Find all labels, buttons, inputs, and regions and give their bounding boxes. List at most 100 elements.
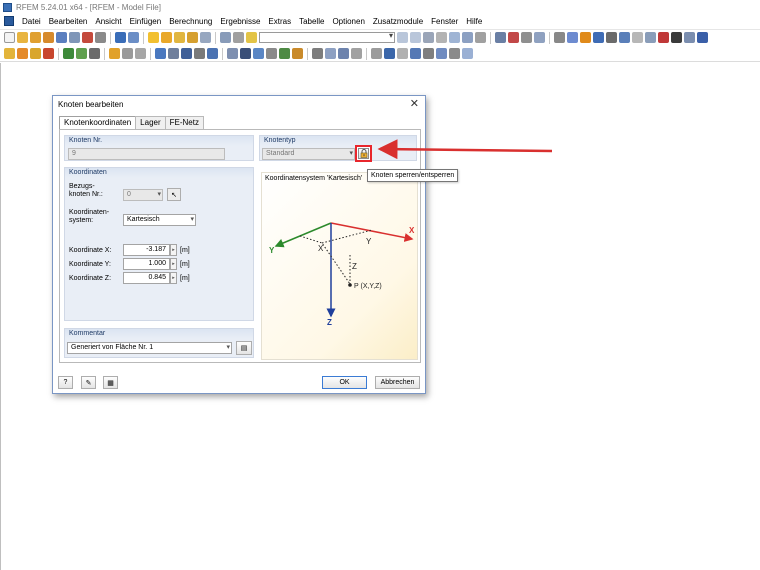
view-icon[interactable] (200, 32, 211, 43)
snap-icon[interactable] (351, 48, 362, 59)
grid-tool-icon[interactable] (338, 48, 349, 59)
coord-z-spinner[interactable]: ▸ (170, 272, 177, 284)
select-icon[interactable] (155, 48, 166, 59)
move-icon[interactable] (168, 48, 179, 59)
clip-icon[interactable] (371, 48, 382, 59)
help-icon[interactable]: ? (58, 376, 73, 389)
ok-button[interactable]: OK (322, 376, 367, 389)
dimension-icon[interactable] (312, 48, 323, 59)
coord-x-input[interactable]: -3.187 (123, 244, 170, 256)
menu-tabelle[interactable]: Tabelle (295, 17, 328, 26)
save-icon[interactable] (56, 32, 67, 43)
scale-model-icon[interactable] (279, 48, 290, 59)
coord-y-input[interactable]: 1.000 (123, 258, 170, 270)
load-tool-icon[interactable] (109, 48, 120, 59)
pan-icon[interactable] (645, 32, 656, 43)
dialog-close-icon[interactable]: ✕ (410, 97, 419, 110)
lock-node-button[interactable] (355, 145, 372, 162)
results-icon[interactable] (161, 32, 172, 43)
close-icon[interactable] (658, 32, 669, 43)
table-icon[interactable] (220, 32, 231, 43)
coordinate-system-select[interactable]: Kartesisch ▾ (123, 214, 196, 226)
open-folder-icon[interactable] (17, 32, 28, 43)
deform-icon[interactable] (423, 32, 434, 43)
menu-fenster[interactable]: Fenster (427, 17, 462, 26)
sections-icon[interactable] (462, 32, 473, 43)
line-tool-icon[interactable] (17, 48, 28, 59)
generate-icon[interactable] (292, 48, 303, 59)
display-icon[interactable] (495, 32, 506, 43)
member-load-icon[interactable] (122, 48, 133, 59)
section-tool-icon[interactable] (384, 48, 395, 59)
project-icon[interactable] (43, 32, 54, 43)
numbering-icon[interactable] (508, 32, 519, 43)
menu-berechnung[interactable]: Berechnung (165, 17, 216, 26)
menu-datei[interactable]: Datei (18, 17, 45, 26)
next-icon[interactable] (410, 32, 421, 43)
loads-icon[interactable] (174, 32, 185, 43)
surface-tool-icon[interactable] (43, 48, 54, 59)
visibility-icon[interactable] (423, 48, 434, 59)
load-case-combo[interactable] (259, 31, 395, 43)
tab-fe-netz[interactable]: FE-Netz (164, 116, 204, 129)
filter-icon[interactable] (521, 32, 532, 43)
rotate-icon[interactable] (194, 48, 205, 59)
cancel-button[interactable]: Abbrechen (375, 376, 420, 389)
connect-icon[interactable] (240, 48, 251, 59)
tab-knotenkoordinaten[interactable]: Knotenkoordinaten (59, 116, 137, 130)
zoom-icon[interactable] (632, 32, 643, 43)
highlight-icon[interactable] (580, 32, 591, 43)
mirror-icon[interactable] (207, 48, 218, 59)
previous-icon[interactable] (397, 32, 408, 43)
redo-icon[interactable] (128, 32, 139, 43)
member-tool-icon[interactable] (30, 48, 41, 59)
contrast-icon[interactable] (671, 32, 682, 43)
info-icon[interactable] (567, 32, 578, 43)
print-icon[interactable] (69, 32, 80, 43)
scale-icon[interactable] (475, 32, 486, 43)
workplane-icon[interactable] (449, 48, 460, 59)
perspective-icon[interactable] (619, 32, 630, 43)
measure-icon[interactable] (397, 48, 408, 59)
coord-y-spinner[interactable]: ▸ (170, 258, 177, 270)
model-data-icon[interactable] (246, 32, 257, 43)
cases-icon[interactable] (187, 32, 198, 43)
release-tool-icon[interactable] (89, 48, 100, 59)
comment-library-icon[interactable]: ▤ (236, 341, 252, 355)
tab-lager[interactable]: Lager (135, 116, 166, 129)
undo-icon[interactable] (115, 32, 126, 43)
values-icon[interactable] (436, 32, 447, 43)
mesh-icon[interactable] (554, 32, 565, 43)
hinge-tool-icon[interactable] (76, 48, 87, 59)
menu-zusatzmodule[interactable]: Zusatzmodule (369, 17, 427, 26)
grid-icon[interactable] (233, 32, 244, 43)
new-file-icon[interactable] (4, 32, 15, 43)
support-tool-icon[interactable] (63, 48, 74, 59)
menu-hilfe[interactable]: Hilfe (462, 17, 486, 26)
coord-x-spinner[interactable]: ▸ (170, 244, 177, 256)
open-model-icon[interactable] (30, 32, 41, 43)
calculate-icon[interactable] (148, 32, 159, 43)
guide-icon[interactable] (325, 48, 336, 59)
menu-extras[interactable]: Extras (264, 17, 295, 26)
print-report-icon[interactable] (82, 32, 93, 43)
intersect-icon[interactable] (253, 48, 264, 59)
animation-icon[interactable] (449, 32, 460, 43)
units-icon[interactable]: ▦ (103, 376, 118, 389)
kommentar-select[interactable]: Generiert von Fläche Nr. 1 ▾ (67, 342, 232, 354)
options-icon[interactable] (684, 32, 695, 43)
cut-icon[interactable] (95, 32, 106, 43)
pin-icon[interactable] (697, 32, 708, 43)
divide-icon[interactable] (227, 48, 238, 59)
surface-load-icon[interactable] (135, 48, 146, 59)
menu-ergebnisse[interactable]: Ergebnisse (216, 17, 264, 26)
ucs-icon[interactable] (462, 48, 473, 59)
coordinate-icon[interactable] (436, 48, 447, 59)
system-menu-icon[interactable] (4, 16, 14, 26)
menu-einfuegen[interactable]: Einfügen (126, 17, 166, 26)
edit-icon[interactable]: ✎ (81, 376, 96, 389)
coord-z-input[interactable]: 0.845 (123, 272, 170, 284)
merge-icon[interactable] (266, 48, 277, 59)
copy-icon[interactable] (181, 48, 192, 59)
menu-ansicht[interactable]: Ansicht (91, 17, 125, 26)
